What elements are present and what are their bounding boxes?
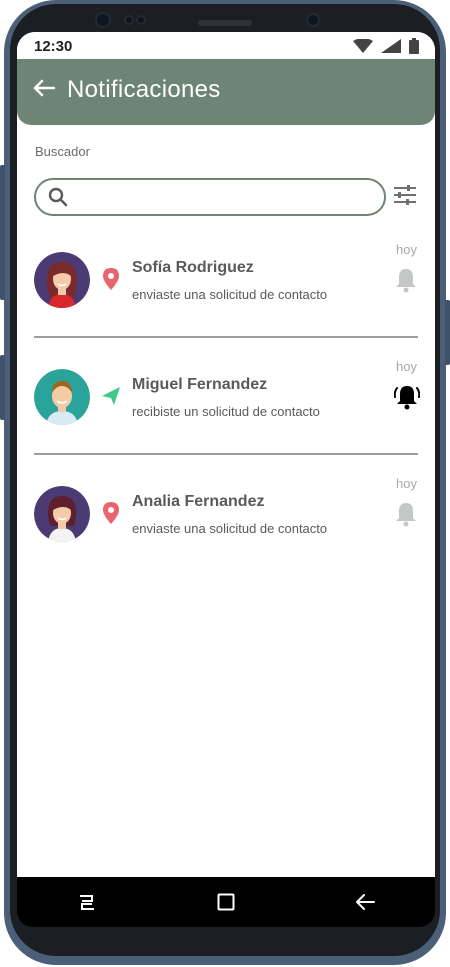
contact-name: Sofía Rodriguez (132, 259, 254, 276)
location-pin-icon (103, 268, 119, 290)
signal-icon (381, 39, 401, 53)
location-pin-icon (103, 502, 119, 524)
speaker-grille (198, 20, 252, 26)
notification-message: enviaste una solicitud de contacto (132, 287, 328, 302)
contact-name: Miguel Fernandez (132, 376, 268, 393)
recent-apps-button[interactable] (67, 882, 107, 922)
send-arrow-icon (102, 387, 120, 405)
arrow-left-icon[interactable] (33, 79, 55, 97)
front-camera (95, 12, 111, 28)
notification-time: hoy (396, 242, 417, 257)
battery-icon (409, 38, 419, 54)
bell-icon[interactable] (394, 501, 418, 527)
status-time: 12:30 (34, 38, 73, 55)
recent-apps-icon (79, 895, 94, 910)
page-title: Notificaciones (67, 76, 221, 103)
divider (34, 336, 418, 338)
app-header: Notificaciones (17, 59, 435, 125)
wifi-icon (353, 39, 373, 53)
app-screen: 12:30 Notificaciones Buscador Sofía Rodr… (17, 32, 435, 877)
back-button[interactable] (345, 882, 385, 922)
status-bar: 12:30 (17, 32, 435, 60)
avatar (34, 252, 90, 308)
notification-item[interactable]: Analia Fernandez enviaste una solicitud … (17, 462, 435, 578)
sensor (136, 15, 146, 25)
notification-item[interactable]: Miguel Fernandez recibiste un solicitud … (17, 345, 435, 461)
contact-name: Analia Fernandez (132, 493, 265, 510)
search-field[interactable] (34, 178, 386, 216)
bell-icon[interactable] (394, 267, 418, 293)
notification-message: enviaste una solicitud de contacto (132, 521, 328, 536)
home-button[interactable] (206, 882, 246, 922)
back-icon (356, 894, 376, 910)
search-label: Buscador (35, 144, 90, 159)
avatar (34, 486, 90, 542)
notification-time: hoy (396, 476, 417, 491)
volume-button (0, 165, 5, 300)
sliders-icon[interactable] (393, 185, 417, 205)
power-button (445, 300, 450, 365)
notification-message: recibiste un solicitud de contacto (132, 404, 320, 419)
search-input[interactable] (78, 186, 372, 204)
proximity-sensor (306, 13, 320, 27)
notification-time: hoy (396, 359, 417, 374)
side-button (0, 355, 5, 420)
home-icon (217, 893, 235, 911)
avatar (34, 369, 90, 425)
sensor (124, 15, 134, 25)
android-nav-bar (17, 877, 435, 927)
search-icon (48, 187, 68, 207)
divider (34, 453, 418, 455)
notification-item[interactable]: Sofía Rodriguez enviaste una solicitud d… (17, 228, 435, 344)
bell-ringing-icon[interactable] (394, 384, 420, 410)
